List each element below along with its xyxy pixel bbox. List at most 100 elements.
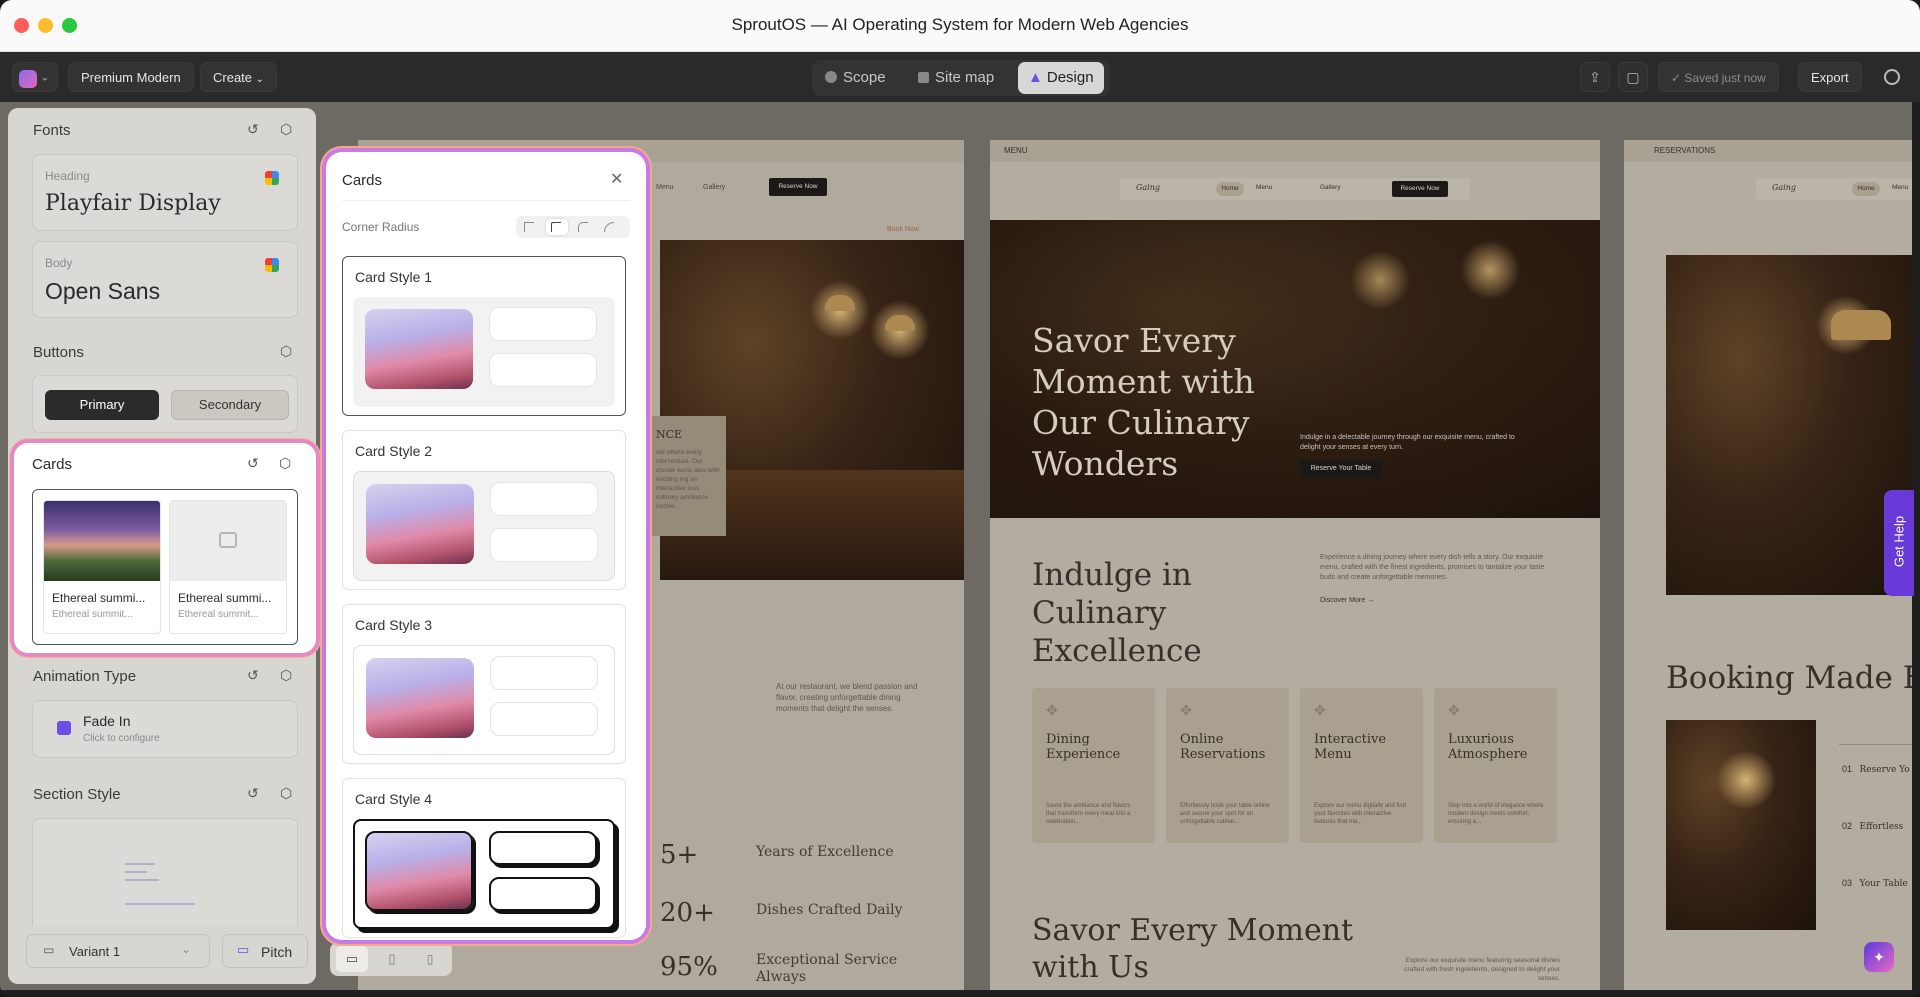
get-help-label: Get Help <box>1891 515 1907 568</box>
heading-font-card[interactable]: Heading Playfair Display <box>32 154 298 231</box>
cube-icon[interactable]: ⬡ <box>280 785 292 802</box>
section-style-preview[interactable] <box>32 818 298 926</box>
profile-icon[interactable] <box>1884 69 1900 85</box>
design-icon: ▲ <box>1028 69 1043 86</box>
preview-frame-reservations[interactable]: RESERVATIONS Gaing Home Menu Booking Mad… <box>1624 140 1912 990</box>
tab-design-label: Design <box>1046 69 1094 86</box>
divider <box>342 200 630 201</box>
app-menu-button[interactable]: ⌄ <box>12 62 58 92</box>
placeholder-slot <box>490 702 598 736</box>
card-style-3-option[interactable]: Card Style 3 <box>342 604 626 764</box>
tablet-icon[interactable]: ▯ <box>376 946 408 972</box>
close-icon[interactable]: ✕ <box>610 169 623 189</box>
monitor-icon: ▭ <box>43 943 55 957</box>
project-button[interactable]: Premium Modern <box>68 62 194 92</box>
placeholder-slot <box>490 528 598 562</box>
body-font-card[interactable]: Body Open Sans <box>32 241 298 318</box>
cards-preview[interactable]: Ethereal summi... Ethereal summit... Eth… <box>32 489 298 645</box>
reset-icon[interactable]: ↺ <box>247 121 259 138</box>
chevron-down-icon: ⌄ <box>255 74 265 85</box>
tab-design[interactable]: ▲ Design <box>1018 62 1104 94</box>
device-switcher: ▭ ▯ ▯ <box>330 942 452 976</box>
chevron-down-icon: ⌄ <box>181 942 192 956</box>
gradient-thumbnail <box>366 658 474 738</box>
gradient-thumbnail <box>366 484 474 564</box>
section-style-title: Section Style <box>33 786 121 803</box>
top-toolbar: ⌄ Premium Modern Create ⌄ Scope Site map… <box>0 52 1920 102</box>
placeholder-slot <box>490 482 598 516</box>
cards-style-popover: Cards ✕ Corner Radius Card Style 1 Card … <box>326 152 646 940</box>
card-style-preview <box>353 471 615 581</box>
presentation-icon: ▭ <box>237 942 250 957</box>
cards-section-highlighted[interactable]: Cards ↺ ⬡ Ethereal summi... Ethereal sum… <box>14 443 316 653</box>
placeholder-slot <box>489 307 597 341</box>
card-style-preview <box>353 645 615 755</box>
create-menu-button[interactable]: Create ⌄ <box>200 62 278 92</box>
reset-icon[interactable]: ↺ <box>247 667 259 684</box>
corner-large-option[interactable] <box>604 222 614 232</box>
corner-radius-label: Corner Radius <box>342 220 420 234</box>
body-font-label: Body <box>45 256 73 270</box>
comment-icon[interactable]: ▢ <box>1618 62 1648 92</box>
saved-status: ✓ Saved just now <box>1658 62 1779 92</box>
frame-dim <box>990 140 1600 990</box>
corner-small-option[interactable] <box>546 219 568 235</box>
tab-scope-label: Scope <box>843 69 886 86</box>
cube-icon[interactable]: ⬡ <box>280 667 292 684</box>
heading-font-label: Heading <box>45 169 90 183</box>
preview-frame-menu[interactable]: MENU Gaing Home Menu Gallery Reserve Now… <box>990 140 1600 990</box>
app-window: SproutOS — AI Operating System for Moder… <box>0 0 1920 997</box>
section-preview-line <box>125 879 159 881</box>
app-logo-icon <box>19 69 37 88</box>
get-help-tab[interactable]: Get Help <box>1884 490 1914 596</box>
card-style-label: Card Style 1 <box>355 269 433 285</box>
animation-hint: Click to configure <box>83 733 160 744</box>
check-icon: ✓ <box>1671 71 1682 85</box>
card-style-2-option[interactable]: Card Style 2 <box>342 430 626 590</box>
saved-label: Saved just now <box>1684 71 1766 85</box>
sitemap-icon <box>918 72 929 83</box>
ai-assistant-icon[interactable]: ✦ <box>1864 942 1894 972</box>
image-placeholder <box>170 501 286 581</box>
secondary-button-preview[interactable]: Secondary <box>171 390 289 420</box>
card-title: Ethereal summi... <box>52 591 146 605</box>
corner-medium-option[interactable] <box>578 222 588 232</box>
tab-scope[interactable]: Scope <box>815 62 896 94</box>
animation-name: Fade In <box>83 713 131 729</box>
export-button[interactable]: Export <box>1798 62 1862 92</box>
card-title: Ethereal summi... <box>178 591 272 605</box>
share-icon[interactable]: ⇪ <box>1580 62 1610 92</box>
buttons-preview: Primary Secondary <box>32 375 298 433</box>
cube-icon[interactable]: ⬡ <box>280 343 292 360</box>
section-preview-line <box>125 863 155 865</box>
pitch-label: Pitch <box>261 944 293 960</box>
gradient-thumbnail <box>365 309 473 389</box>
placeholder-slot <box>489 831 597 865</box>
popover-title: Cards <box>342 172 383 189</box>
reset-icon[interactable]: ↺ <box>247 455 259 472</box>
reset-icon[interactable]: ↺ <box>247 785 259 802</box>
card-subtitle: Ethereal summit... <box>178 609 259 620</box>
body-font-name: Open Sans <box>45 278 161 304</box>
card-style-preview <box>353 297 615 407</box>
scope-icon <box>825 71 837 83</box>
tab-sitemap[interactable]: Site map <box>908 62 1004 94</box>
corner-small-glyph <box>551 222 561 232</box>
desktop-icon[interactable]: ▭ <box>336 946 368 972</box>
section-preview-line <box>125 903 195 905</box>
pitch-button[interactable]: ▭ Pitch <box>222 934 308 968</box>
corner-radius-selector <box>516 216 630 238</box>
cube-icon[interactable]: ⬡ <box>279 455 291 472</box>
animation-type-card[interactable]: Fade In Click to configure <box>32 700 298 758</box>
card-style-4-option[interactable]: Card Style 4 <box>342 778 626 938</box>
fonts-section-title: Fonts <box>33 122 71 139</box>
mobile-icon[interactable]: ▯ <box>414 946 446 972</box>
cube-icon[interactable]: ⬡ <box>280 121 292 138</box>
primary-button-preview[interactable]: Primary <box>45 390 159 420</box>
card-style-1-option[interactable]: Card Style 1 <box>342 256 626 416</box>
google-fonts-icon <box>265 171 279 185</box>
variant-select[interactable]: ▭ Variant 1 ⌄ <box>26 934 210 968</box>
section-preview-line <box>125 871 147 873</box>
placeholder-slot <box>489 353 597 387</box>
corner-none-option[interactable] <box>524 222 534 232</box>
